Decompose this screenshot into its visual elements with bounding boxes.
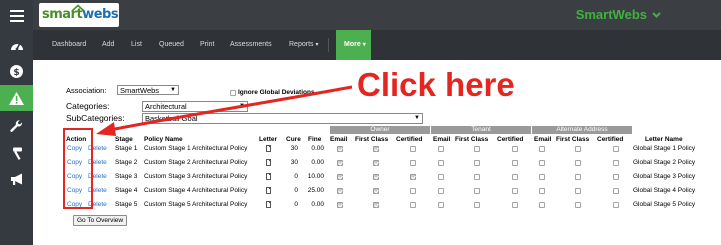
annotation-arrow-icon [96, 85, 353, 136]
click-here-annotation: Click here [357, 66, 515, 103]
